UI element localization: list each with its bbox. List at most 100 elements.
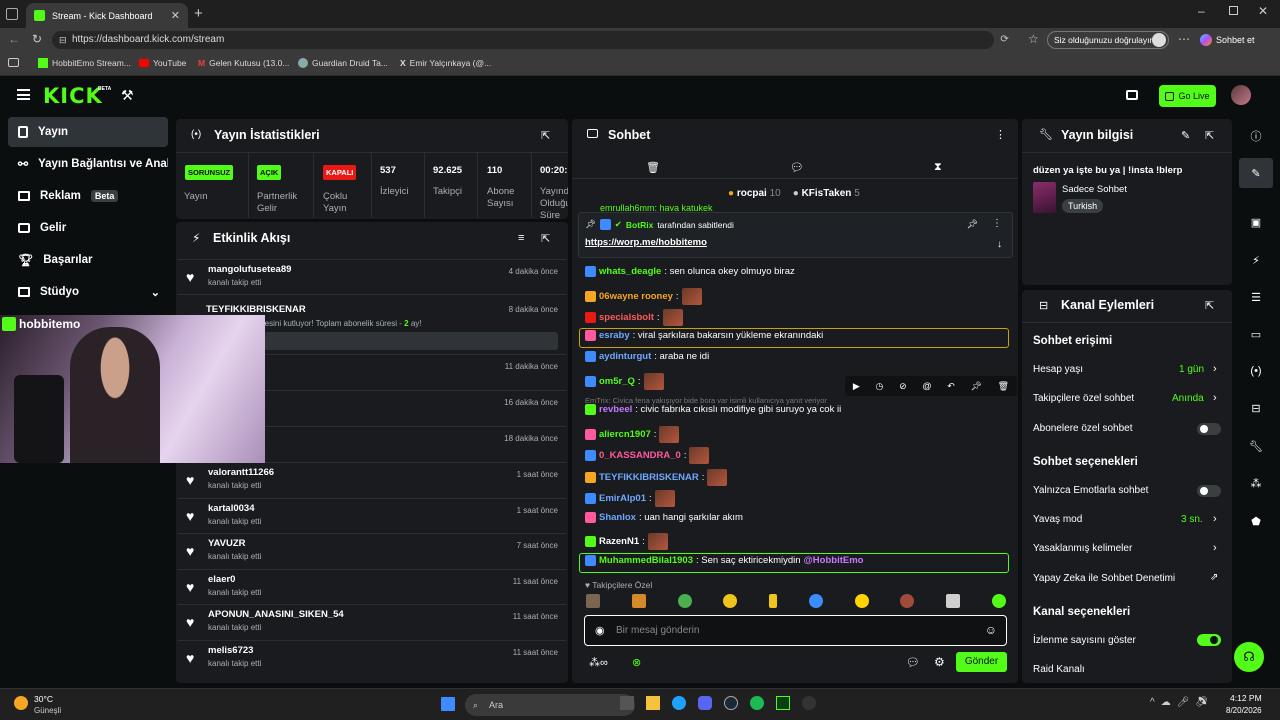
gift-icon[interactable]: ⁂∞ [589, 656, 608, 669]
favorites-icon[interactable]: ☆ [1028, 32, 1039, 46]
chat-mode-icon[interactable]: 💬︎ [790, 161, 804, 174]
subs-only-toggle[interactable] [1197, 423, 1221, 435]
chat-message[interactable]: RazenN1: [585, 533, 668, 550]
chat-message[interactable]: specialsbolt: [585, 309, 683, 326]
maximize-icon[interactable] [1229, 6, 1238, 15]
url-field[interactable]: ⊟ https://dashboard.kick.com/stream [52, 31, 994, 49]
chat-username[interactable]: whats_deagle [599, 266, 661, 277]
minimize-icon[interactable]: – [1198, 4, 1205, 18]
chat-message[interactable]: Shanlox: uan hangi şarkılar akım [585, 512, 743, 523]
feed-username[interactable]: melis6723 [208, 645, 253, 656]
chat-message[interactable]: revbeel: civic fabrıka cıkıslı modifiye … [585, 404, 841, 415]
broadcast-icon[interactable]: (•) [1246, 361, 1266, 381]
kick-emote-icon[interactable]: ⊗ [632, 656, 641, 669]
trash-icon[interactable]: 🗑︎ [646, 161, 660, 174]
user-avatar[interactable] [1231, 85, 1251, 105]
terminal-icon[interactable] [776, 696, 790, 710]
chat-message[interactable]: EmirAlp01: [585, 490, 675, 507]
go-live-button[interactable]: Go Live [1159, 85, 1216, 107]
bookmark-youtube[interactable]: YouTube [139, 58, 186, 68]
steam-icon[interactable] [724, 696, 738, 710]
external-link-icon[interactable]: ⇗ [1210, 572, 1218, 583]
chat-message[interactable]: TEYFIKKIBRISKENAR: [585, 469, 728, 486]
feed-username[interactable]: YAVUZR [208, 538, 245, 549]
shield-icon[interactable]: ⬟ [1246, 511, 1266, 531]
sidebar-item-studyo[interactable]: Stüdyo ⌄ [8, 277, 168, 307]
browser-tab[interactable]: Stream - Kick Dashboard ✕ [26, 3, 188, 28]
feed-username[interactable]: kartal0034 [208, 503, 254, 514]
chat-username[interactable]: om5r_Q [599, 376, 635, 387]
weather-icon[interactable] [14, 696, 28, 710]
feed-username[interactable]: APONUN_ANASINI_SIKEN_54 [208, 609, 344, 620]
emote-icon[interactable] [946, 594, 961, 608]
edge-icon[interactable] [672, 696, 686, 710]
chat-username[interactable]: 06wayne rooney [599, 291, 673, 302]
emote-icon[interactable] [723, 594, 738, 608]
close-tab-icon[interactable]: ✕ [171, 9, 180, 22]
theater-icon[interactable] [1126, 90, 1138, 100]
chat-input[interactable]: ◉ Bir mesaj gönderin ☺ [584, 615, 1007, 646]
collections-icon[interactable] [8, 58, 19, 67]
chat-message[interactable]: MuhammedBilal1903: Sen saç ektiricekmiyd… [585, 555, 863, 566]
chevron-right-icon[interactable]: › [1213, 392, 1217, 404]
pin-menu-icon[interactable]: ⋮ [992, 218, 1002, 229]
ai-moderation-label[interactable]: Yapay Zeka ile Sohbet Denetimi [1033, 573, 1175, 584]
feed-username[interactable]: mangolufusetea89 [208, 264, 291, 275]
chat-username[interactable]: RazenN1 [599, 536, 639, 547]
followers-only-label[interactable]: Takipçilere özel sohbet [1033, 393, 1134, 404]
chat-username[interactable]: revbeel [599, 404, 632, 415]
kick-logo[interactable]: KICK [43, 84, 103, 108]
emote-icon[interactable] [631, 594, 646, 608]
workspaces-icon[interactable] [6, 8, 18, 20]
discord-icon[interactable] [698, 696, 712, 710]
emote-icon[interactable] [900, 594, 915, 608]
close-window-icon[interactable]: ✕ [1258, 4, 1268, 18]
pin-icon[interactable]: 📌︎ [970, 381, 981, 392]
support-button[interactable]: ☊ [1234, 642, 1264, 672]
reload-icon[interactable]: ↻ [32, 32, 42, 46]
chat-icon[interactable]: ▭ [1246, 324, 1266, 344]
popout-icon[interactable]: ⇱ [1205, 299, 1214, 312]
banned-words-label[interactable]: Yasaklanmış kelimeler [1033, 543, 1132, 554]
obs-icon[interactable] [802, 696, 816, 710]
chat-username[interactable]: aydinturgut [599, 351, 651, 362]
emote-icon[interactable] [854, 594, 869, 608]
chat-message[interactable]: whats_deagle: sen olunca okey olmuyo bir… [585, 266, 795, 277]
chat-username[interactable]: aliercn1907 [599, 429, 651, 440]
taskview-icon[interactable] [620, 696, 634, 710]
chat-username[interactable]: Shanlox [599, 512, 636, 523]
chat-message[interactable]: aliercn1907: [585, 426, 680, 443]
chat-username[interactable]: TEYFIKKIBRISKENAR [599, 472, 699, 483]
chat-message[interactable]: aydinturgut: araba ne idi [585, 351, 709, 362]
collapse-pin-icon[interactable]: ↓ [997, 239, 1002, 250]
back-icon[interactable]: ← [8, 32, 20, 46]
new-tab-icon[interactable]: + [194, 5, 203, 22]
emoji-icon[interactable]: ☺ [985, 623, 997, 637]
gifter-item[interactable]: ● KFisTaken 5 [793, 188, 860, 199]
feed-username[interactable]: valorantt11266 [208, 467, 274, 478]
chevron-right-icon[interactable]: › [1213, 363, 1217, 375]
sidebar-item-reklam[interactable]: Reklam Beta [8, 181, 168, 211]
delete-icon[interactable]: 🗑︎ [998, 381, 1009, 392]
pinned-link[interactable]: https://worp.me/hobbitemo [585, 237, 707, 248]
sidebar-item-gelir[interactable]: Gelir [8, 213, 168, 243]
chevron-right-icon[interactable]: › [1213, 513, 1217, 525]
chat-username[interactable]: MuhammedBilal1903 [599, 555, 693, 566]
chat-message[interactable]: om5r_Q: [585, 373, 664, 390]
popout-icon[interactable]: ⇱ [541, 129, 550, 142]
account-age-label[interactable]: Hesap yaşı [1033, 364, 1083, 375]
followers-only-value[interactable]: Anında [1172, 393, 1204, 404]
video-icon[interactable]: ▣ [1246, 212, 1266, 232]
emote-icon[interactable] [677, 594, 692, 608]
list-icon[interactable]: ☰ [1246, 287, 1266, 307]
sidebar-item-basarilar[interactable]: 🏆︎ Başarılar [8, 245, 168, 275]
start-icon[interactable] [441, 697, 455, 711]
hourglass-icon[interactable]: ⧗ [934, 161, 942, 174]
emote-icon[interactable] [586, 594, 600, 608]
bolt-icon[interactable]: ⚡︎ [1246, 250, 1266, 270]
site-info-icon[interactable]: ⊟ [59, 31, 67, 49]
filter-icon[interactable]: ≡ [518, 232, 524, 244]
chat-username[interactable]: 0_KASSANDRA_0 [599, 450, 681, 461]
bookmark-x[interactable]: X Emir Yalçınkaya (@... [400, 58, 491, 68]
edit-icon[interactable]: ✎ [1181, 129, 1190, 142]
